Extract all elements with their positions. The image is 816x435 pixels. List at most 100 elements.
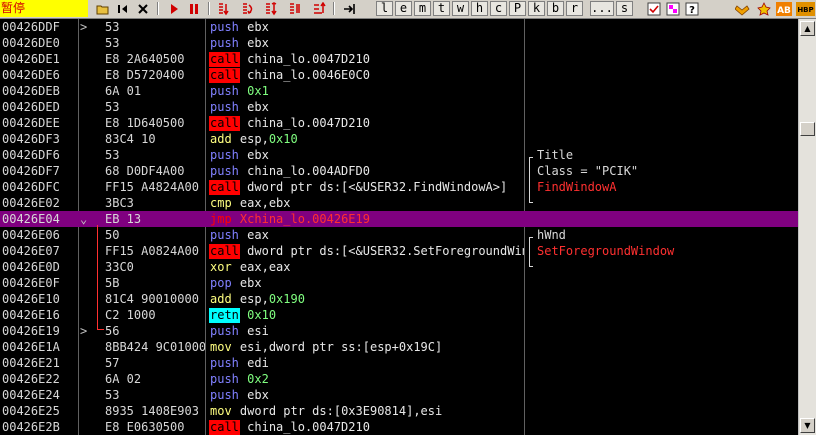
hex-dump-cell: 81C4 90010000 (105, 292, 199, 306)
disasm-row[interactable]: 00426E2B E8 E0630500 call china_lo.0047D21… (0, 419, 798, 435)
address-cell: 00426E0F (2, 276, 60, 290)
immediate-value: 0x2 (247, 372, 269, 386)
trace-over-icon[interactable] (287, 1, 303, 16)
disassembly-cell: push edi (209, 355, 524, 371)
disasm-row[interactable]: 00426DED 53 push ebx (0, 99, 798, 115)
operand: ebx (247, 20, 269, 34)
scroll-down-icon[interactable]: ▼ (800, 418, 815, 433)
operand: china_lo.0047D210 (247, 116, 370, 130)
disasm-row[interactable]: 00426E24 53 push ebx (0, 387, 798, 403)
disasm-row[interactable]: 00426E21 57 push edi (0, 355, 798, 371)
open-file-icon[interactable] (95, 1, 111, 16)
breakpoints-window-button[interactable]: b (547, 1, 564, 16)
comment-cell: Title (537, 148, 574, 162)
disassembly-pane[interactable]: 00426DDF >53 push ebx 00426DE0 53 push ebx 004… (0, 19, 798, 435)
disasm-row[interactable]: 00426E1A 8BB424 9C010000 mov esi,dword ptr… (0, 339, 798, 355)
disasm-row[interactable]: 00426E0F 5B pop ebx (0, 275, 798, 291)
modules-window-button[interactable]: e (395, 1, 412, 16)
disasm-row[interactable]: 00426E10 81C4 90010000 add esp,0x190 (0, 291, 798, 307)
disasm-row[interactable]: 00426E04 ⌄ EB 13 jmp Xchina_lo.00426E19 (0, 211, 798, 227)
disasm-row[interactable]: 00426DE1 E8 2A640500 call china_lo.0047D21… (0, 51, 798, 67)
step-into-icon[interactable] (216, 1, 232, 16)
pause-icon[interactable] (186, 1, 202, 16)
patches-window-button[interactable]: P (509, 1, 526, 16)
help-icon[interactable]: ? (684, 1, 700, 16)
run-icon[interactable] (166, 1, 182, 16)
options-icon[interactable] (646, 1, 662, 16)
address-cell: 00426DF7 (2, 164, 60, 178)
hex-dump-cell: 6A 01 (105, 84, 142, 98)
disasm-row[interactable]: 00426E25 8935 1408E903 mov dword ptr ds:[0… (0, 403, 798, 419)
immediate-value: 0x10 (247, 308, 277, 322)
step-over-icon[interactable] (240, 1, 256, 16)
jump-marker: ⌄ (80, 212, 88, 226)
plugin-star-icon[interactable] (756, 1, 772, 16)
hide-plugin-icon[interactable] (735, 1, 751, 16)
threads-window-button[interactable]: t (433, 1, 450, 16)
restart-icon[interactable] (114, 1, 130, 16)
scroll-up-icon[interactable]: ▲ (800, 21, 815, 36)
disasm-row[interactable]: 00426DF3 83C4 10 add esp,0x10 (0, 131, 798, 147)
operand: ebx (247, 36, 269, 50)
disasm-row[interactable]: 00426E07 FF15 A0824A00 call dword ptr ds:[… (0, 243, 798, 259)
disassembly-cell: push ebx (209, 99, 524, 115)
disasm-row[interactable]: 00426DEB 6A 01 push 0x1 (0, 83, 798, 99)
hex-dump-cell: E8 E0630500 (105, 420, 185, 434)
disasm-row[interactable]: 00426E06 50 push eax hWnd (0, 227, 798, 243)
hex-dump-cell: E8 D5720400 (105, 68, 185, 82)
run-trace-window-button[interactable]: ... (590, 1, 614, 16)
appearance-icon[interactable] (665, 1, 681, 16)
disassembly-cell: push china_lo.004ADFD0 (209, 163, 524, 179)
address-cell: 00426E25 (2, 404, 60, 418)
disasm-row[interactable]: 00426DF7 68 D0DF4A00 push china_lo.004ADFD… (0, 163, 798, 179)
address-cell: 00426E10 (2, 292, 60, 306)
disasm-row[interactable]: 00426E16 C2 1000 retn 0x10 (0, 307, 798, 323)
disasm-row[interactable]: 00426E22 6A 02 push 0x2 (0, 371, 798, 387)
disassembly-cell: push ebx (209, 35, 524, 51)
log-window-button[interactable]: l (376, 1, 393, 16)
disasm-row[interactable]: 00426DDF >53 push ebx (0, 19, 798, 35)
disassembly-cell: mov esi,dword ptr ss:[esp+0x19C] (209, 339, 524, 355)
hbp-plugin-icon[interactable]: HBP (796, 1, 815, 16)
disasm-row[interactable]: 00426DE6 E8 D5720400 call china_lo.0046E0C… (0, 67, 798, 83)
trace-into-icon[interactable] (263, 1, 279, 16)
disasm-row[interactable]: 00426E02 3BC3 cmp eax,ebx (0, 195, 798, 211)
jump-marker: > (80, 324, 88, 338)
disassembly-cell: cmp eax,ebx (209, 195, 524, 211)
close-icon[interactable] (135, 1, 151, 16)
hex-dump-cell: 50 (105, 228, 120, 242)
disasm-row[interactable]: 00426E0D 33C0 xor eax,eax (0, 259, 798, 275)
ab-plugin-icon[interactable]: AB (776, 1, 792, 16)
disasm-row[interactable]: 00426DE0 53 push ebx (0, 35, 798, 51)
disasm-row[interactable]: 00426E19 >56 push esi (0, 323, 798, 339)
scroll-thumb[interactable] (800, 122, 815, 136)
call-stack-window-button[interactable]: k (528, 1, 545, 16)
mnemonic: push (210, 20, 239, 34)
address-cell: 00426E19 (2, 324, 60, 338)
mnemonic: push (210, 148, 239, 162)
address-cell: 00426E1A (2, 340, 60, 354)
paused-status-label: 暂停 (0, 0, 88, 17)
address-cell: 00426DDF (2, 20, 60, 34)
handles-window-button[interactable]: h (471, 1, 488, 16)
disassembly-cell: call china_lo.0046E0C0 (209, 67, 524, 83)
disassembly-cell: xor eax,eax (209, 259, 524, 275)
vertical-scrollbar[interactable]: ▲ ▼ (798, 19, 816, 435)
address-cell: 00426DEB (2, 84, 60, 98)
mnemonic: push (210, 84, 239, 98)
source-window-button[interactable]: s (616, 1, 633, 16)
address-cell: 00426E04 (2, 212, 60, 226)
disasm-row[interactable]: 00426DF6 53 push ebx Title (0, 147, 798, 163)
execute-till-return-icon[interactable] (311, 1, 327, 16)
hex-dump-cell: 53 (105, 36, 120, 50)
mnemonic: push (210, 36, 239, 50)
disasm-row[interactable]: 00426DEE E8 1D640500 call china_lo.0047D21… (0, 115, 798, 131)
windows-window-button[interactable]: w (452, 1, 469, 16)
mnemonic: mov (210, 340, 232, 354)
memory-window-button[interactable]: m (414, 1, 431, 16)
go-to-address-icon[interactable] (342, 1, 358, 16)
disasm-row[interactable]: 00426DFC FF15 A4824A00 call dword ptr ds:[… (0, 179, 798, 195)
operand: china_lo.0046E0C0 (247, 68, 370, 82)
cpu-window-button[interactable]: c (490, 1, 507, 16)
references-window-button[interactable]: r (566, 1, 583, 16)
